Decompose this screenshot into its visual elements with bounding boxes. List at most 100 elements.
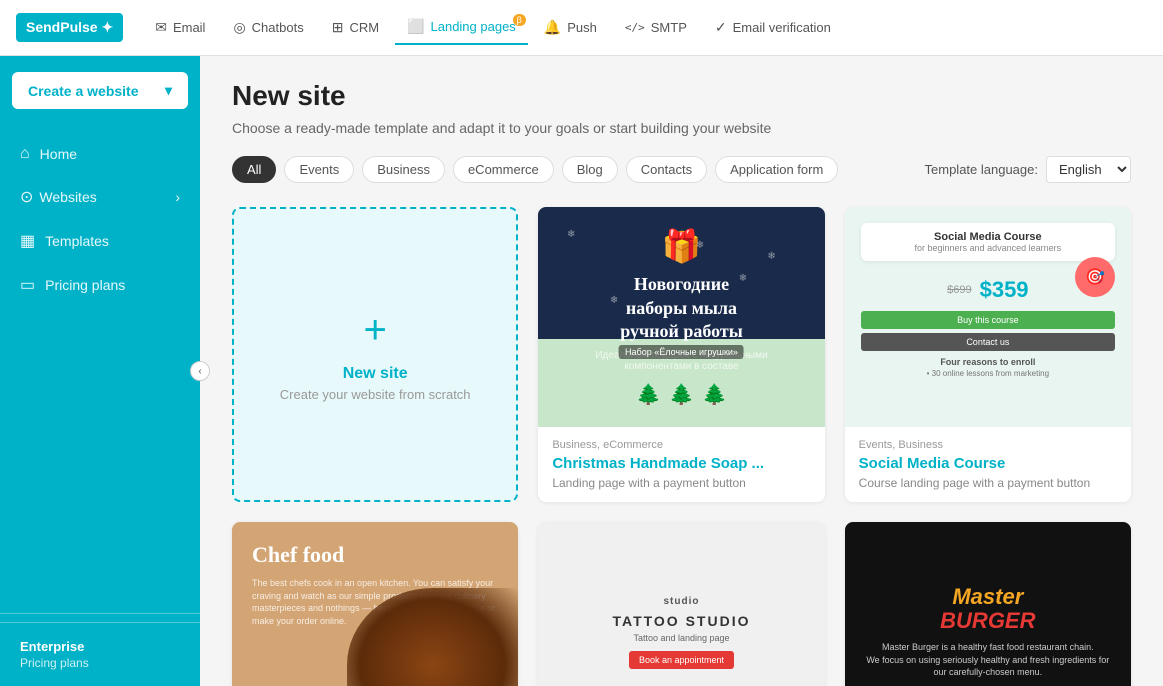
sidebar-divider [0, 613, 200, 614]
nav-push-label: Push [567, 20, 597, 35]
social-thumbnail: Social Media Course for beginners and ad… [845, 207, 1131, 427]
filter-business[interactable]: Business [362, 156, 445, 183]
gift-icon: 🎁 [662, 227, 702, 265]
tattoo-thumb-bg: studio TATTOO STUDIO Tattoo and landing … [538, 522, 824, 686]
buy-button-thumb: Buy this course [861, 311, 1115, 329]
burger-thumb-bg: Master BURGER Master Burger is a healthy… [845, 522, 1131, 686]
template-card-chef[interactable]: Chef food The best chefs cook in an open… [232, 522, 518, 686]
old-price: $699 [947, 284, 971, 296]
tree-icon-3: 🌲 [702, 382, 727, 407]
burger-burger-text: BURGER [940, 609, 1035, 633]
sidebar-item-templates[interactable]: ▦ Templates [0, 219, 200, 263]
social-thumb-bg: Social Media Course for beginners and ad… [845, 207, 1131, 427]
soap-category: Business, eCommerce [552, 439, 810, 451]
tree-icon-2: 🌲 [669, 382, 694, 407]
sidebar-collapse-button[interactable]: ‹ [190, 361, 210, 381]
tattoo-subtitle-text: Tattoo and landing page [633, 633, 729, 643]
sidebar-item-home[interactable]: ⌂ Home [0, 133, 200, 175]
soap-name: Christmas Handmade Soap ... [552, 455, 810, 472]
main-layout: Create a website ▾ ⌂ Home ⊙ Websites › ▦… [0, 56, 1163, 686]
nav-smtp[interactable]: </> SMTP [613, 12, 699, 43]
nav-crm[interactable]: ⊞ CRM [320, 11, 391, 44]
template-card-tattoo[interactable]: studio TATTOO STUDIO Tattoo and landing … [538, 522, 824, 686]
social-template-info: Events, Business Social Media Course Cou… [845, 427, 1131, 502]
new-site-subtitle: Create your website from scratch [280, 387, 471, 402]
email-verify-icon: ✓ [715, 19, 727, 36]
nav-email-label: Email [173, 20, 206, 35]
course-subtitle-text: for beginners and advanced learners [873, 243, 1103, 253]
course-header: Social Media Course for beginners and ad… [861, 223, 1115, 261]
filter-bar: All Events Business eCommerce Blog Conta… [232, 156, 1131, 183]
soap-thumbnail: ❄ ❄ ❄ ❄ ❄ 🎁 Новогодниенаборы мыларучной … [538, 207, 824, 427]
sidebar-pricing-label: Pricing plans [45, 277, 125, 293]
new-site-card[interactable]: + New site Create your website from scra… [232, 207, 518, 502]
page-subtitle: Choose a ready-made template and adapt i… [232, 120, 1131, 136]
template-card-soap[interactable]: ❄ ❄ ❄ ❄ ❄ 🎁 Новогодниенаборы мыларучной … [538, 207, 824, 502]
enterprise-label: Enterprise [20, 639, 180, 654]
filter-application[interactable]: Application form [715, 156, 838, 183]
nav-landing[interactable]: ⬜ Landing pages β [395, 10, 528, 45]
nav-items: ✉ Email ◎ Chatbots ⊞ CRM ⬜ Landing pages… [143, 10, 1147, 45]
nav-landing-label: Landing pages [431, 19, 516, 34]
push-icon: 🔔 [544, 19, 561, 36]
email-icon: ✉ [155, 19, 167, 36]
sidebar-item-pricing[interactable]: ▭ Pricing plans [0, 263, 200, 307]
chef-title-text: Chef food [252, 542, 344, 568]
tree-icon-1: 🌲 [636, 382, 661, 407]
nav-chatbots[interactable]: ◎ Chatbots [221, 11, 315, 44]
sidebar-pricing-plans-label: Pricing plans [20, 656, 180, 670]
smtp-icon: </> [625, 21, 645, 34]
template-card-burger[interactable]: Master BURGER Master Burger is a healthy… [845, 522, 1131, 686]
tattoo-studio-logo: studio [663, 596, 699, 607]
nav-email[interactable]: ✉ Email [143, 11, 217, 44]
tattoo-thumbnail: studio TATTOO STUDIO Tattoo and landing … [538, 522, 824, 686]
create-website-button[interactable]: Create a website ▾ [12, 72, 188, 109]
soap-badge-label: Набор «Ёлочные игрушки» [619, 345, 744, 359]
websites-icon: ⊙ [20, 187, 33, 207]
soap-template-info: Business, eCommerce Christmas Handmade S… [538, 427, 824, 502]
filter-tags: All Events Business eCommerce Blog Conta… [232, 156, 838, 183]
contact-button-thumb: Contact us [861, 333, 1115, 351]
filter-blog[interactable]: Blog [562, 156, 618, 183]
crm-icon: ⊞ [332, 19, 344, 36]
burger-logo-text: Master BURGER [940, 585, 1035, 633]
language-select[interactable]: English Russian Spanish [1046, 156, 1131, 183]
filter-contacts[interactable]: Contacts [626, 156, 707, 183]
sidebar-item-websites[interactable]: ⊙ Websites › [0, 175, 200, 219]
soap-thumb-bg: ❄ ❄ ❄ ❄ ❄ 🎁 Новогодниенаборы мыларучной … [538, 207, 824, 427]
new-site-title: New site [343, 365, 408, 383]
chevron-right-icon: › [175, 189, 180, 205]
sidebar: Create a website ▾ ⌂ Home ⊙ Websites › ▦… [0, 56, 200, 686]
filter-all[interactable]: All [232, 156, 276, 183]
tattoo-book-button[interactable]: Book an appointment [629, 651, 734, 669]
soap-title-text: Новогодниенаборы мыларучной работы [620, 273, 743, 343]
page-title: New site [232, 80, 1131, 112]
chef-thumb-bg: Chef food The best chefs cook in an open… [232, 522, 518, 686]
reasons-list: • 30 online lessons from marketing [927, 369, 1049, 378]
sidebar-websites-label: Websites [39, 189, 96, 205]
nav-email-verify[interactable]: ✓ Email verification [703, 11, 843, 44]
social-category: Events, Business [859, 439, 1117, 451]
burger-master-text: Master [940, 585, 1035, 609]
price-section: $699 $359 [947, 277, 1028, 303]
reasons-header: Four reasons to enroll [940, 357, 1035, 367]
filter-events[interactable]: Events [284, 156, 354, 183]
social-name: Social Media Course [859, 455, 1117, 472]
social-desc: Course landing page with a payment butto… [859, 476, 1117, 490]
sidebar-home-label: Home [40, 146, 77, 162]
pricing-icon: ▭ [20, 275, 35, 295]
template-card-social[interactable]: Social Media Course for beginners and ad… [845, 207, 1131, 502]
filter-ecommerce[interactable]: eCommerce [453, 156, 554, 183]
templates-icon: ▦ [20, 231, 35, 251]
burger-thumbnail: Master BURGER Master Burger is a healthy… [845, 522, 1131, 686]
chatbots-icon: ◎ [233, 19, 245, 36]
beta-badge: β [513, 14, 526, 26]
chevron-down-icon: ▾ [165, 82, 172, 99]
top-navigation: SendPulse ✦ ✉ Email ◎ Chatbots ⊞ CRM ⬜ L… [0, 0, 1163, 56]
nav-push[interactable]: 🔔 Push [532, 11, 609, 44]
logo[interactable]: SendPulse ✦ [16, 13, 123, 42]
nav-email-verify-label: Email verification [733, 20, 831, 35]
nav-smtp-label: SMTP [651, 20, 687, 35]
plus-icon: + [363, 308, 386, 353]
language-label: Template language: [925, 162, 1038, 177]
